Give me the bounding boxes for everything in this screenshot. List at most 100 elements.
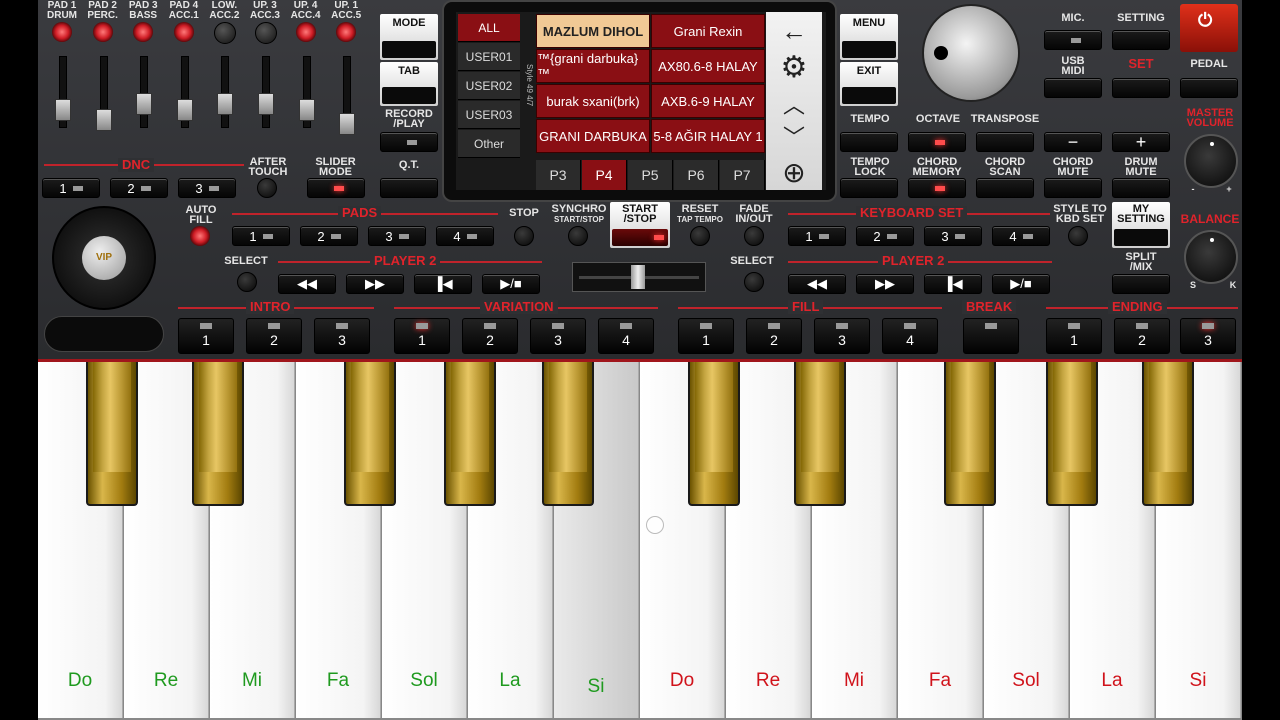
plus-button[interactable]: + xyxy=(1112,132,1170,152)
synchro-button[interactable] xyxy=(568,226,588,246)
category-tab-all[interactable]: ALL xyxy=(458,14,520,42)
intro-button-2[interactable]: 2 xyxy=(246,318,302,354)
tab-button[interactable]: TAB xyxy=(380,62,438,106)
play-stop-button-left[interactable]: ▶/■ xyxy=(482,274,540,294)
back-arrow-icon[interactable]: ← xyxy=(766,16,822,47)
black-key-2[interactable] xyxy=(192,362,244,506)
black-key-1[interactable] xyxy=(86,362,138,506)
channel-mute-3[interactable] xyxy=(133,22,154,42)
ending-button-1[interactable]: 1 xyxy=(1046,318,1102,354)
data-dial[interactable] xyxy=(922,4,1020,102)
pad-button-4[interactable]: 4 xyxy=(436,226,494,246)
category-tab-user02[interactable]: USER02 xyxy=(458,72,520,100)
page-tab-p7[interactable]: P7 xyxy=(720,160,765,190)
style-item[interactable]: AX80.6-8 HALAY xyxy=(651,49,765,83)
dnc-button-2[interactable]: 2 xyxy=(110,178,168,198)
play-stop-button-right[interactable]: ▶/■ xyxy=(992,274,1050,294)
channel-mute-2[interactable] xyxy=(92,22,113,42)
gear-icon[interactable]: ⚙ xyxy=(766,50,822,85)
rewind-button-right[interactable]: ◀◀ xyxy=(788,274,846,294)
channel-mute-7[interactable] xyxy=(295,22,316,42)
channel-mute-5[interactable] xyxy=(214,22,237,44)
balance-knob[interactable] xyxy=(1184,230,1238,284)
usb-midi-button[interactable] xyxy=(1044,78,1102,98)
black-key-5[interactable] xyxy=(542,362,594,506)
power-button[interactable]: ⏻ xyxy=(1180,4,1238,52)
black-key-8[interactable] xyxy=(944,362,996,506)
black-key-7[interactable] xyxy=(794,362,846,506)
setting-button[interactable] xyxy=(1112,30,1170,50)
chevron-up-icon[interactable]: ︿ xyxy=(766,88,822,120)
page-tab-p5[interactable]: P5 xyxy=(628,160,673,190)
rewind-button-left[interactable]: ◀◀ xyxy=(278,274,336,294)
kbd-set-button-4[interactable]: 4 xyxy=(992,226,1050,246)
black-key-10[interactable] xyxy=(1142,362,1194,506)
mode-button[interactable]: MODE xyxy=(380,14,438,60)
volume-slider-5[interactable] xyxy=(217,56,234,128)
start-stop-button[interactable]: START /STOP xyxy=(610,202,670,248)
black-key-9[interactable] xyxy=(1046,362,1098,506)
octave-button[interactable] xyxy=(908,132,966,152)
chord-scan-button[interactable] xyxy=(976,178,1034,198)
after-touch-button[interactable] xyxy=(257,178,277,198)
master-volume-knob[interactable] xyxy=(1184,134,1238,188)
volume-slider-4[interactable] xyxy=(176,56,193,128)
fade-button[interactable] xyxy=(744,226,764,246)
joystick[interactable]: VIP xyxy=(52,206,156,310)
tempo-lock-button[interactable] xyxy=(840,178,898,198)
chevron-down-icon[interactable]: ﹀ xyxy=(766,120,822,152)
pad-button-1[interactable]: 1 xyxy=(232,226,290,246)
my-setting-button[interactable]: MY SETTING xyxy=(1112,202,1170,248)
dnc-button-3[interactable]: 3 xyxy=(178,178,236,198)
black-key-6[interactable] xyxy=(688,362,740,506)
mic-button[interactable] xyxy=(1044,30,1102,50)
channel-mute-1[interactable] xyxy=(52,22,72,42)
fill-button-3[interactable]: 3 xyxy=(814,318,870,354)
category-tab-other[interactable]: Other xyxy=(458,130,520,158)
break-button[interactable] xyxy=(963,318,1019,354)
pedal-button[interactable] xyxy=(1180,78,1238,98)
volume-slider-3[interactable] xyxy=(136,56,153,128)
volume-slider-6[interactable] xyxy=(258,56,274,128)
style-item[interactable]: Grani Rexin xyxy=(651,14,765,48)
select-button-left[interactable] xyxy=(237,272,257,292)
chord-mute-button[interactable] xyxy=(1044,178,1102,198)
kbd-set-button-1[interactable]: 1 xyxy=(788,226,846,246)
split-mix-button[interactable] xyxy=(1112,274,1170,294)
kbd-set-button-3[interactable]: 3 xyxy=(924,226,982,246)
style-item[interactable]: GRANI DARBUKA xyxy=(536,119,650,153)
style-item[interactable]: ™{grani darbuka}™ xyxy=(536,49,650,83)
volume-slider-8[interactable] xyxy=(339,56,356,135)
dnc-button-1[interactable]: 1 xyxy=(42,178,100,198)
intro-button-3[interactable]: 3 xyxy=(314,318,370,354)
volume-slider-7[interactable] xyxy=(298,56,315,128)
category-tab-user01[interactable]: USER01 xyxy=(458,43,520,71)
crossfader[interactable] xyxy=(572,262,706,292)
chord-memory-button[interactable] xyxy=(908,178,966,198)
menu-button[interactable]: MENU xyxy=(840,14,898,60)
variation-button-3[interactable]: 3 xyxy=(530,318,586,354)
style-item[interactable]: 5-8 AĞIR HALAY 1 xyxy=(651,119,765,153)
fill-button-2[interactable]: 2 xyxy=(746,318,802,354)
channel-mute-4[interactable] xyxy=(173,22,194,42)
pad-button-2[interactable]: 2 xyxy=(300,226,358,246)
ending-button-3[interactable]: 3 xyxy=(1180,318,1236,354)
page-tab-p6[interactable]: P6 xyxy=(674,160,719,190)
forward-button-right[interactable]: ▶▶ xyxy=(856,274,914,294)
add-circle-icon[interactable]: ⊕ xyxy=(766,156,822,189)
volume-slider-1[interactable] xyxy=(55,56,71,128)
pad-button-3[interactable]: 3 xyxy=(368,226,426,246)
to-start-button-left[interactable]: ▐◀ xyxy=(414,274,472,294)
select-button-right[interactable] xyxy=(744,272,764,292)
black-key-4[interactable] xyxy=(444,362,496,506)
fill-button-4[interactable]: 4 xyxy=(882,318,938,354)
to-start-button-right[interactable]: ▐◀ xyxy=(924,274,982,294)
reset-button[interactable] xyxy=(690,226,710,246)
exit-button[interactable]: EXIT xyxy=(840,62,898,106)
variation-button-4[interactable]: 4 xyxy=(598,318,654,354)
forward-button-left[interactable]: ▶▶ xyxy=(346,274,404,294)
pitch-bend-wheel[interactable] xyxy=(44,316,164,352)
set-button[interactable] xyxy=(1112,78,1170,98)
tempo-button[interactable] xyxy=(840,132,898,152)
style-item[interactable]: MAZLUM DIHOL xyxy=(536,14,650,48)
